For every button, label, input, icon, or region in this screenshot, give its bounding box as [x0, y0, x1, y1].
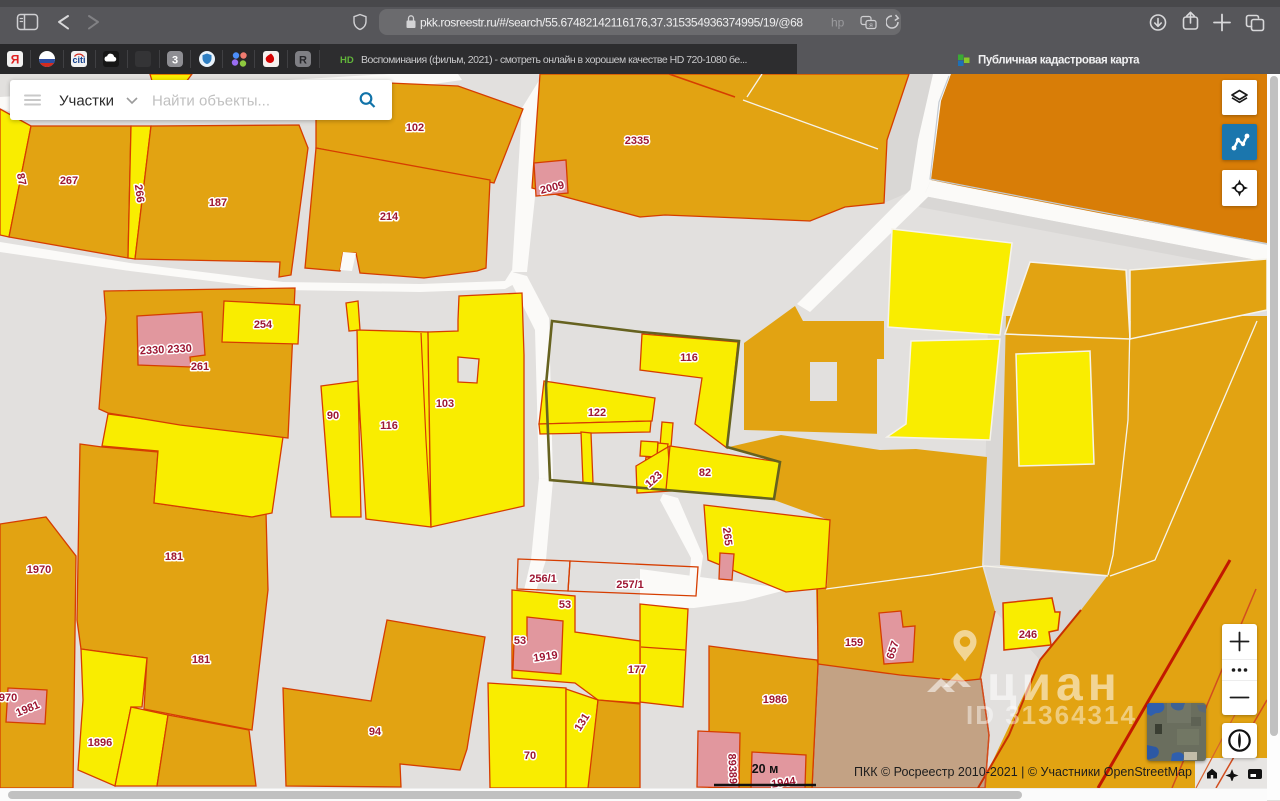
svg-text:116: 116	[680, 352, 698, 364]
svg-text:187: 187	[209, 197, 227, 209]
svg-text:102: 102	[406, 122, 424, 134]
svg-text:Я: Я	[11, 53, 20, 67]
svg-text:1986: 1986	[763, 694, 787, 706]
svg-text:177: 177	[628, 664, 646, 676]
svg-text:82: 82	[699, 467, 711, 479]
svg-text:70: 70	[524, 750, 536, 762]
svg-text:87: 87	[14, 172, 28, 186]
svg-text:Найти объекты...: Найти объекты...	[152, 93, 270, 110]
svg-text:1896: 1896	[88, 737, 112, 749]
svg-text:254: 254	[254, 319, 273, 331]
svg-text:970: 970	[0, 692, 17, 704]
svg-text:256/1: 256/1	[529, 573, 557, 585]
svg-text:116: 116	[380, 420, 398, 432]
svg-text:hp: hp	[831, 16, 845, 30]
svg-text:265: 265	[720, 527, 734, 547]
svg-text:257/1: 257/1	[616, 579, 644, 591]
svg-text:Участки: Участки	[59, 93, 114, 110]
svg-text:R: R	[299, 55, 307, 67]
svg-text:159: 159	[845, 637, 863, 649]
svg-text:266: 266	[132, 184, 146, 204]
svg-text:53: 53	[514, 635, 526, 647]
svg-text:2335: 2335	[625, 135, 649, 147]
svg-text:я: я	[869, 22, 873, 29]
svg-text:citi: citi	[72, 55, 85, 65]
svg-text:Воспоминания (фильм, 2021) - с: Воспоминания (фильм, 2021) - смотреть он…	[361, 54, 747, 66]
svg-text:pkk.rosreestr.ru/#/search/55.6: pkk.rosreestr.ru/#/search/55.67482142116…	[420, 16, 803, 30]
svg-text:94: 94	[369, 726, 382, 738]
svg-text:246: 246	[1019, 629, 1037, 641]
svg-text:267: 267	[60, 175, 78, 187]
svg-text:HD: HD	[340, 55, 354, 66]
svg-text:1970: 1970	[27, 564, 51, 576]
svg-text:Публичная кадастровая карта: Публичная кадастровая карта	[978, 55, 1140, 67]
svg-text:181: 181	[165, 551, 183, 563]
svg-text:122: 122	[588, 407, 606, 419]
svg-text:103: 103	[436, 398, 454, 410]
svg-text:3: 3	[172, 55, 178, 67]
svg-text:90: 90	[327, 410, 339, 422]
svg-text:181: 181	[192, 654, 210, 666]
svg-text:261: 261	[191, 361, 209, 373]
svg-text:214: 214	[380, 211, 399, 223]
svg-text:53: 53	[559, 599, 571, 611]
